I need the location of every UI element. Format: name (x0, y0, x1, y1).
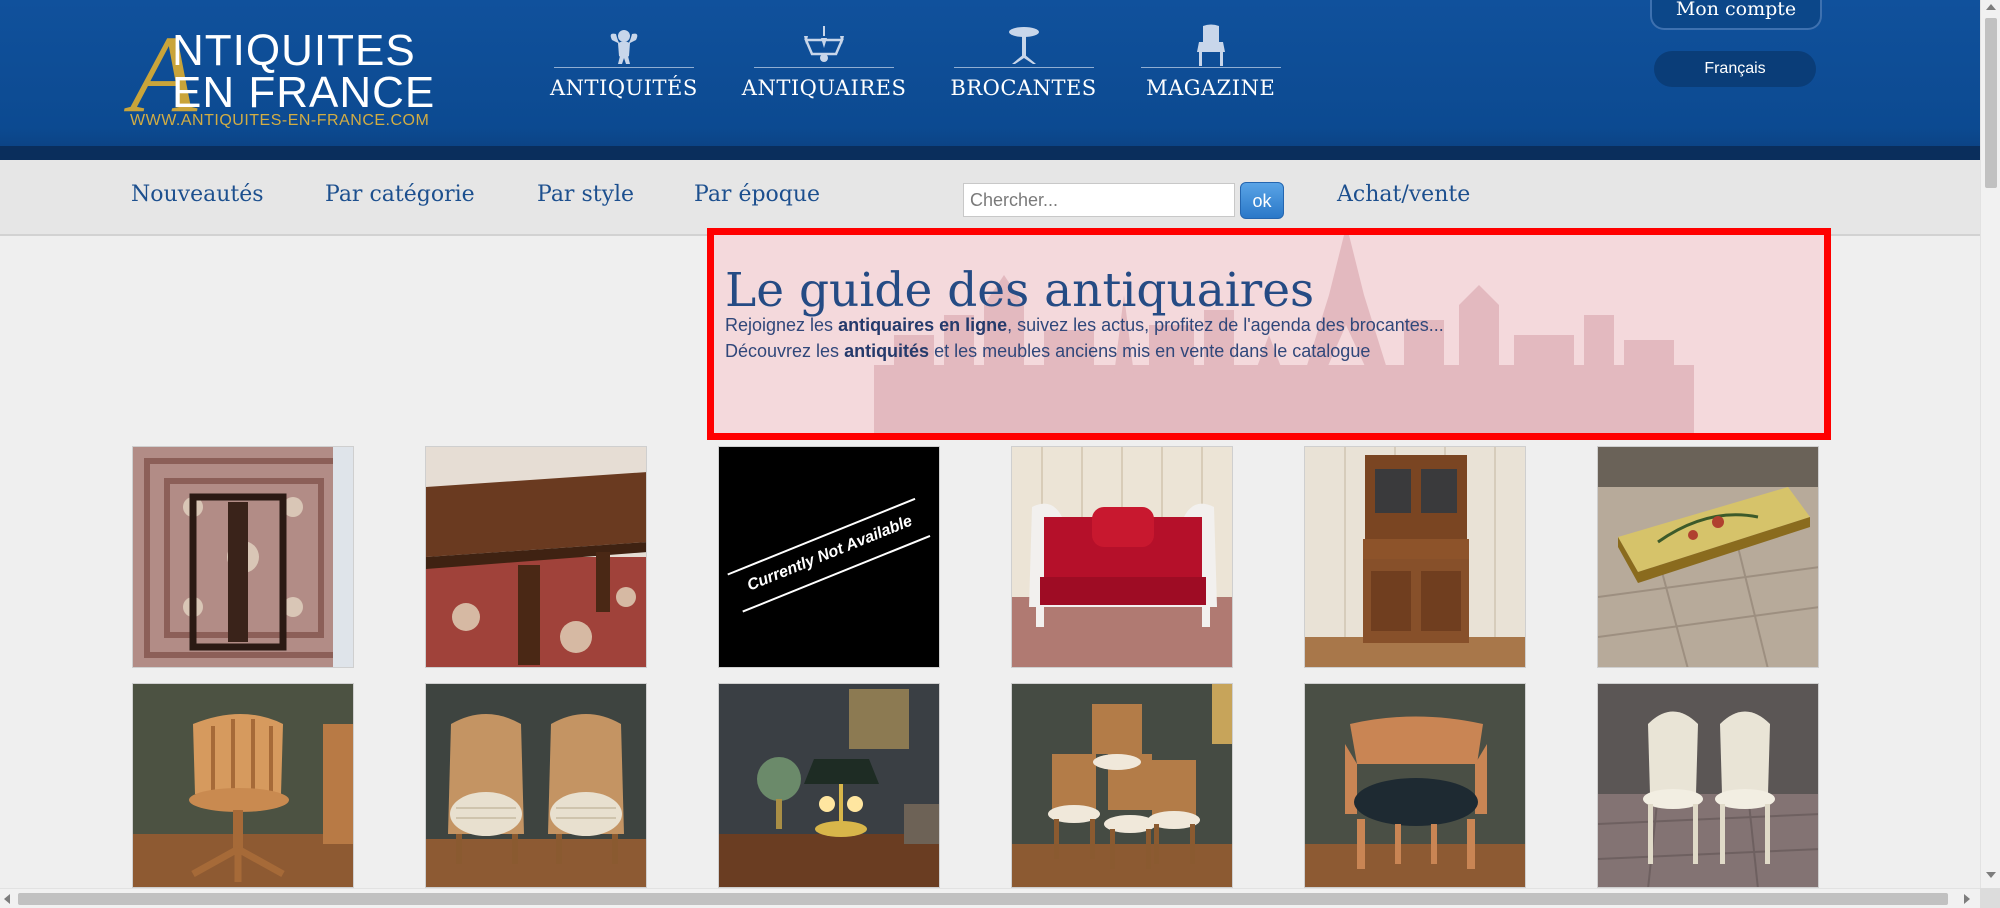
hero-text: , suivez les actus, profitez de l'agenda… (1007, 315, 1444, 335)
product-thumbnail[interactable]: Currently Not Available (718, 446, 940, 668)
hero-text: Rejoignez les (725, 315, 839, 335)
scroll-left-arrow-icon[interactable] (4, 894, 10, 904)
logo-line-2: EN FRANCE (172, 68, 436, 117)
account-label: Mon compte (1675, 0, 1797, 20)
office-swivel-chair-image (133, 684, 353, 887)
scrollbar-corner (1980, 888, 2000, 908)
hero-banner: Le guide des antiquaires Rejoignez les a… (707, 228, 1831, 440)
subnav-link-par-categorie[interactable]: Par catégorie (325, 182, 475, 207)
set-of-cane-chairs-image (1012, 684, 1232, 887)
product-thumbnail[interactable] (1011, 446, 1233, 668)
armchair-icon (1140, 24, 1281, 68)
hero-line-2: Découvrez les antiquités et les meubles … (725, 341, 1370, 362)
horizontal-scroll-thumb[interactable] (18, 893, 1948, 905)
cherub-icon (553, 24, 694, 68)
red-velvet-sofa-image (1012, 447, 1232, 667)
product-thumbnail[interactable] (718, 683, 940, 888)
search-submit-button[interactable]: ok (1240, 182, 1284, 219)
subnav-link-nouveautes[interactable]: Nouveautés (131, 182, 264, 207)
hero-title: Le guide des antiquaires (725, 263, 1315, 318)
product-thumbnail[interactable] (1597, 446, 1819, 668)
horizontal-scrollbar[interactable] (0, 888, 1980, 908)
gueridon-table-icon (953, 24, 1094, 68)
main-nav-item-brocantes[interactable]: BROCANTES (950, 24, 1096, 114)
product-thumbnail[interactable] (425, 683, 647, 888)
table-on-rug-image (133, 447, 353, 667)
walnut-buffet-cabinet-image (1305, 447, 1525, 667)
scroll-down-arrow-icon[interactable] (1986, 872, 1996, 878)
main-nav-item-magazine[interactable]: MAGAZINE (1140, 24, 1281, 114)
vertical-scrollbar[interactable] (1980, 0, 2000, 908)
product-thumbnail[interactable] (132, 683, 354, 888)
product-thumbnail[interactable] (1304, 446, 1526, 668)
main-nav-label: ANTIQUAIRES (741, 76, 907, 100)
subnav-link-par-style[interactable]: Par style (537, 182, 634, 207)
main-nav-label: ANTIQUITÉS (550, 76, 698, 100)
hero-text: Découvrez les (725, 341, 845, 361)
account-button[interactable]: Mon compte (1650, 0, 1822, 30)
product-thumbnail[interactable] (1011, 683, 1233, 888)
site-header: A NTIQUITES EN FRANCE WWW.ANTIQUITES-EN-… (0, 0, 1980, 160)
antiquaires-link[interactable]: antiquaires en ligne (838, 315, 1007, 335)
painted-coffee-table-image (1598, 447, 1818, 667)
search-input[interactable] (963, 183, 1235, 217)
bouillotte-lamp-desk-image (719, 684, 939, 887)
main-nav-label: MAGAZINE (1146, 76, 1276, 100)
dining-table-image (426, 447, 646, 667)
product-thumbnail[interactable] (132, 446, 354, 668)
subnav-link-achat-vente[interactable]: Achat/vente (1337, 182, 1470, 207)
main-nav: ANTIQUITÉS ANTIQUAIRES BROCANTES MAGAZIN… (550, 24, 1281, 114)
pair-of-white-chairs-image (1598, 684, 1818, 887)
pair-of-cane-bergeres-image (426, 684, 646, 887)
scroll-right-arrow-icon[interactable] (1964, 894, 1970, 904)
hero-text: et les meubles anciens mis en vente dans… (929, 341, 1371, 361)
product-thumbnail[interactable] (1304, 683, 1526, 888)
product-thumbnail[interactable] (425, 446, 647, 668)
subnav-link-par-epoque[interactable]: Par époque (694, 182, 820, 207)
leather-armchair-image (1305, 684, 1525, 887)
scroll-up-arrow-icon[interactable] (1986, 4, 1996, 10)
logo-url: WWW.ANTIQUITES-EN-FRANCE.COM (130, 112, 430, 129)
vertical-scroll-thumb[interactable] (1985, 18, 1997, 188)
main-nav-label: BROCANTES (950, 76, 1097, 100)
main-nav-item-antiquaires[interactable]: ANTIQUAIRES (742, 24, 907, 114)
product-thumbnail[interactable] (1597, 683, 1819, 888)
site-logo[interactable]: A NTIQUITES EN FRANCE WWW.ANTIQUITES-EN-… (130, 19, 450, 134)
main-nav-item-antiquites[interactable]: ANTIQUITÉS (550, 24, 698, 114)
chandelier-icon (754, 24, 895, 68)
hero-line-1: Rejoignez les antiquaires en ligne, suiv… (725, 315, 1444, 336)
header-divider (0, 146, 1980, 160)
antiquites-link[interactable]: antiquités (844, 341, 929, 361)
language-selector[interactable]: Français (1654, 51, 1816, 87)
